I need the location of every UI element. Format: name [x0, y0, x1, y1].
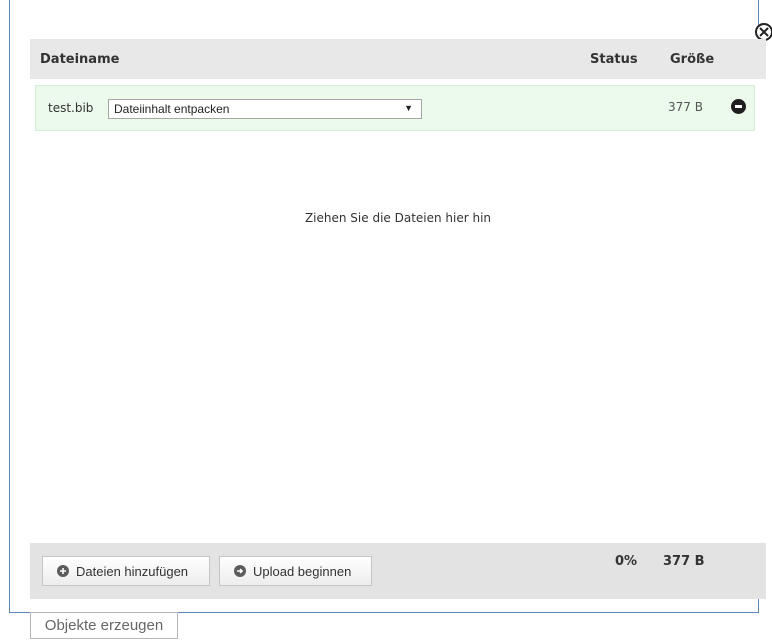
plus-circle-icon — [57, 565, 69, 577]
drop-hint-text: Ziehen Sie die Dateien hier hin — [304, 211, 492, 225]
start-upload-label: Upload beginnen — [253, 563, 352, 579]
total-size: 377 B — [663, 554, 705, 569]
arrow-circle-icon — [234, 565, 246, 577]
file-row: test.bib Dateiinhalt entpacken ▼ 377 B — [35, 85, 755, 131]
column-header-filename: Dateiname — [40, 52, 120, 67]
minus-circle-icon[interactable] — [731, 99, 746, 114]
file-action-select[interactable]: Dateiinhalt entpacken ▼ — [108, 99, 422, 119]
total-progress-percent: 0% — [615, 554, 638, 569]
file-name: test.bib — [48, 101, 94, 115]
uploader-header: Dateiname Status Größe — [30, 39, 766, 79]
close-icon — [759, 27, 769, 37]
column-header-size: Größe — [670, 52, 715, 67]
file-action-selected: Dateiinhalt entpacken — [114, 102, 230, 116]
add-files-button[interactable]: Dateien hinzufügen — [42, 556, 210, 586]
uploader-footer: Dateien hinzufügen Upload beginnen 0% 37… — [30, 543, 766, 599]
file-size: 377 B — [668, 100, 703, 114]
add-files-label: Dateien hinzufügen — [76, 563, 189, 579]
start-upload-button[interactable]: Upload beginnen — [219, 556, 372, 586]
dropdown-arrow-icon: ▼ — [404, 103, 413, 113]
column-header-status: Status — [590, 52, 638, 67]
file-uploader: Dateiname Status Größe test.bib Dateiinh… — [30, 39, 767, 599]
create-objects-button[interactable]: Objekte erzeugen — [30, 612, 178, 639]
file-drop-area[interactable]: test.bib Dateiinhalt entpacken ▼ 377 B Z… — [30, 79, 766, 543]
